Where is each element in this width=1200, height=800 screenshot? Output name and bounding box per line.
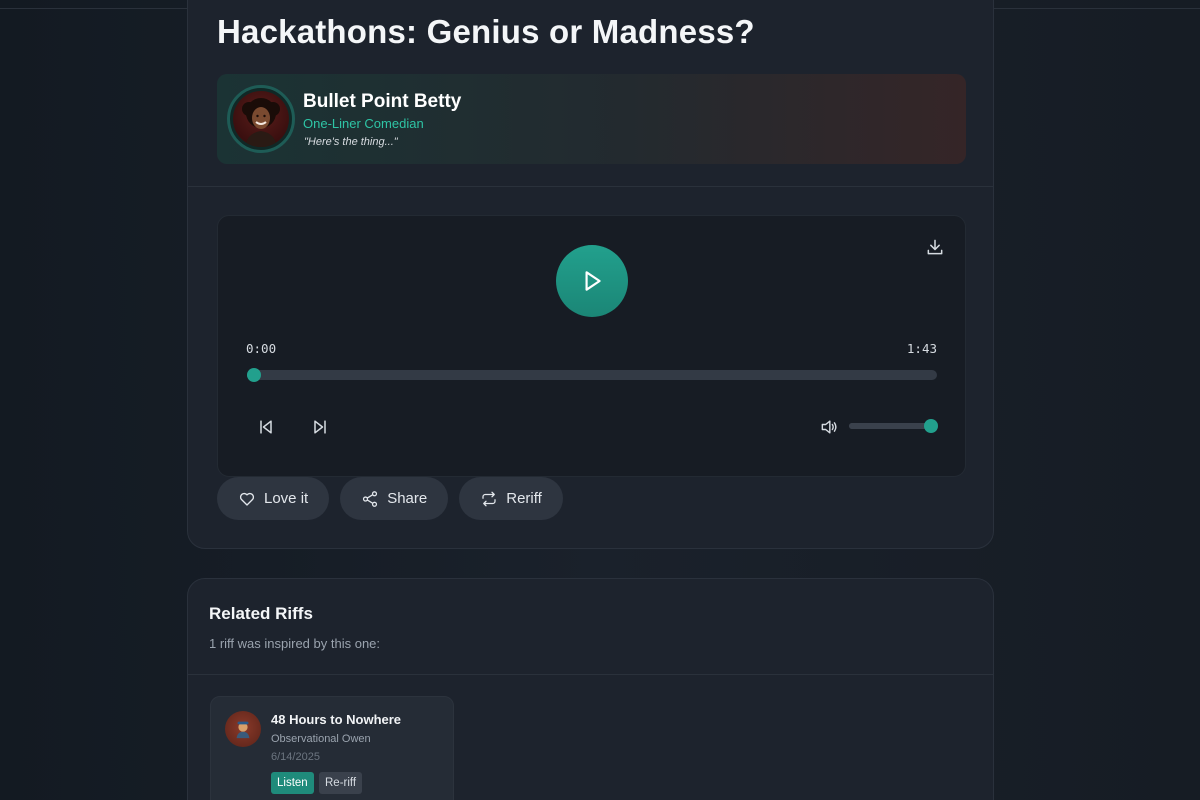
riff-title: Hackathons: Genius or Madness? [217,13,755,50]
comedian-role: One-Liner Comedian [303,116,424,131]
current-time: 0:00 [246,341,277,356]
progress-handle[interactable] [247,368,261,382]
listen-button[interactable]: Listen [271,772,314,794]
reriff-button[interactable]: Reriff [459,477,563,520]
download-button[interactable] [925,237,945,257]
riff-date: 6/14/2025 [271,751,320,763]
skip-back-icon [260,420,272,434]
comedian-quote: "Here's the thing..." [304,136,398,148]
download-icon [927,239,943,255]
share-icon [363,490,378,507]
related-riffs-card: Related Riffs 1 riff was inspired by thi… [187,578,994,800]
skip-forward-icon [314,420,326,434]
volume-slider[interactable] [849,419,938,433]
comedian-name: Bullet Point Betty [303,91,462,112]
avatar-portrait-icon [242,98,280,147]
volume-fill [849,423,931,429]
riff-author: Observational Owen [271,733,371,745]
next-button[interactable] [310,417,330,437]
page: Hackathons: Genius or Madness? Bullet Po… [0,0,1200,800]
related-subheading: 1 riff was inspired by this one: [209,636,381,651]
section-divider [188,186,993,187]
action-bar: Love it Share Reriff [217,477,563,520]
volume-button[interactable] [819,417,839,437]
volume-icon [821,420,837,434]
total-time: 1:43 [906,341,937,356]
love-label: Love it [264,490,309,507]
riff-author-avatar [225,711,261,747]
related-riff-item[interactable]: 48 Hours to Nowhere Observational Owen 6… [210,696,454,800]
share-label: Share [387,490,428,507]
comedian-avatar [233,91,289,147]
related-divider [188,674,993,675]
related-heading: Related Riffs [209,604,313,623]
comedian-avatar-ring [227,85,295,153]
play-icon [585,271,601,291]
love-button[interactable]: Love it [217,477,330,520]
riff-card: Hackathons: Genius or Madness? Bullet Po… [187,0,994,549]
play-button[interactable] [556,245,628,317]
riff-title: 48 Hours to Nowhere [271,712,402,727]
progress-slider[interactable] [247,368,937,382]
heart-icon [239,492,255,506]
repeat-icon [482,491,496,506]
previous-button[interactable] [256,417,276,437]
comedian-avatar-icon [236,721,250,739]
audio-player: 0:00 1:43 [217,215,966,477]
share-button[interactable]: Share [340,477,449,520]
reriff-label: Reriff [506,490,542,507]
re-riff-button[interactable]: Re-riff [319,772,363,794]
comedian-banner: Bullet Point Betty One-Liner Comedian "H… [217,74,966,164]
volume-handle[interactable] [924,419,938,433]
